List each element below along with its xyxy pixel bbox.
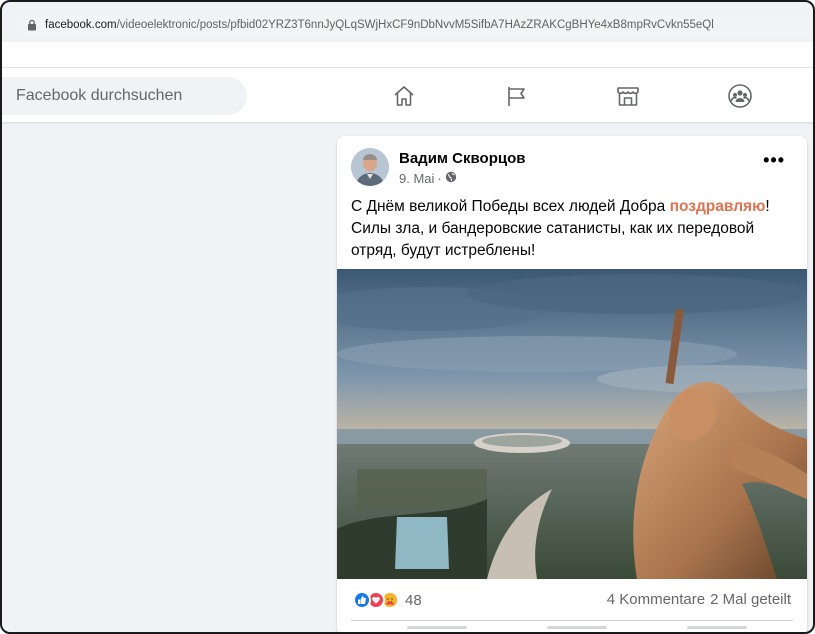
globe-icon	[445, 171, 457, 186]
marketplace-icon[interactable]	[614, 82, 642, 110]
share-action-button[interactable]	[687, 626, 747, 629]
comments-count-link[interactable]: 4 Kommentare	[607, 591, 705, 608]
browser-window: facebook.com/videoelektronic/posts/pfbid…	[0, 0, 815, 634]
post-stats: 4 Kommentare 2 Mal geteilt	[607, 591, 791, 608]
home-icon[interactable]	[390, 82, 418, 110]
post-author[interactable]: Вадим Скворцов	[399, 150, 525, 167]
shares-count-link[interactable]: 2 Mal geteilt	[710, 591, 791, 608]
url-path: /videoelektronic/posts/pfbid02YRZ3T6nnJy…	[116, 19, 714, 31]
meta-separator: ·	[437, 171, 442, 186]
like-action-button[interactable]	[407, 626, 467, 629]
pages-flag-icon[interactable]	[502, 82, 530, 110]
reactions-summary[interactable]: 48	[353, 591, 422, 609]
post-text-start: С Днём великой Победы всех людей Добра	[351, 198, 670, 215]
divider	[351, 620, 793, 621]
post-text: С Днём великой Победы всех людей Добра п…	[351, 196, 796, 262]
bookmarks-bar	[2, 42, 813, 68]
post-text-highlight: поздравляю	[669, 198, 766, 215]
reaction-count: 48	[405, 591, 422, 609]
post-action-bar	[367, 626, 787, 632]
search-input[interactable]: Facebook durchsuchen	[2, 77, 247, 115]
groups-icon[interactable]	[726, 82, 754, 110]
post-date[interactable]: 9. Mai	[399, 171, 434, 186]
comment-action-button[interactable]	[547, 626, 607, 629]
post-photo[interactable]	[337, 269, 807, 579]
more-options-button[interactable]: •••	[763, 150, 785, 171]
post-card: Вадим Скворцов 9. Mai · ••• С Днём велик…	[337, 136, 807, 632]
post-meta: 9. Mai ·	[399, 171, 457, 186]
like-icon	[353, 591, 371, 609]
address-bar[interactable]: facebook.com/videoelektronic/posts/pfbid…	[14, 12, 813, 38]
avatar[interactable]	[351, 148, 389, 186]
url-host: facebook.com	[45, 19, 117, 31]
lock-icon	[26, 19, 38, 31]
facebook-top-nav: Facebook durchsuchen	[2, 68, 813, 122]
